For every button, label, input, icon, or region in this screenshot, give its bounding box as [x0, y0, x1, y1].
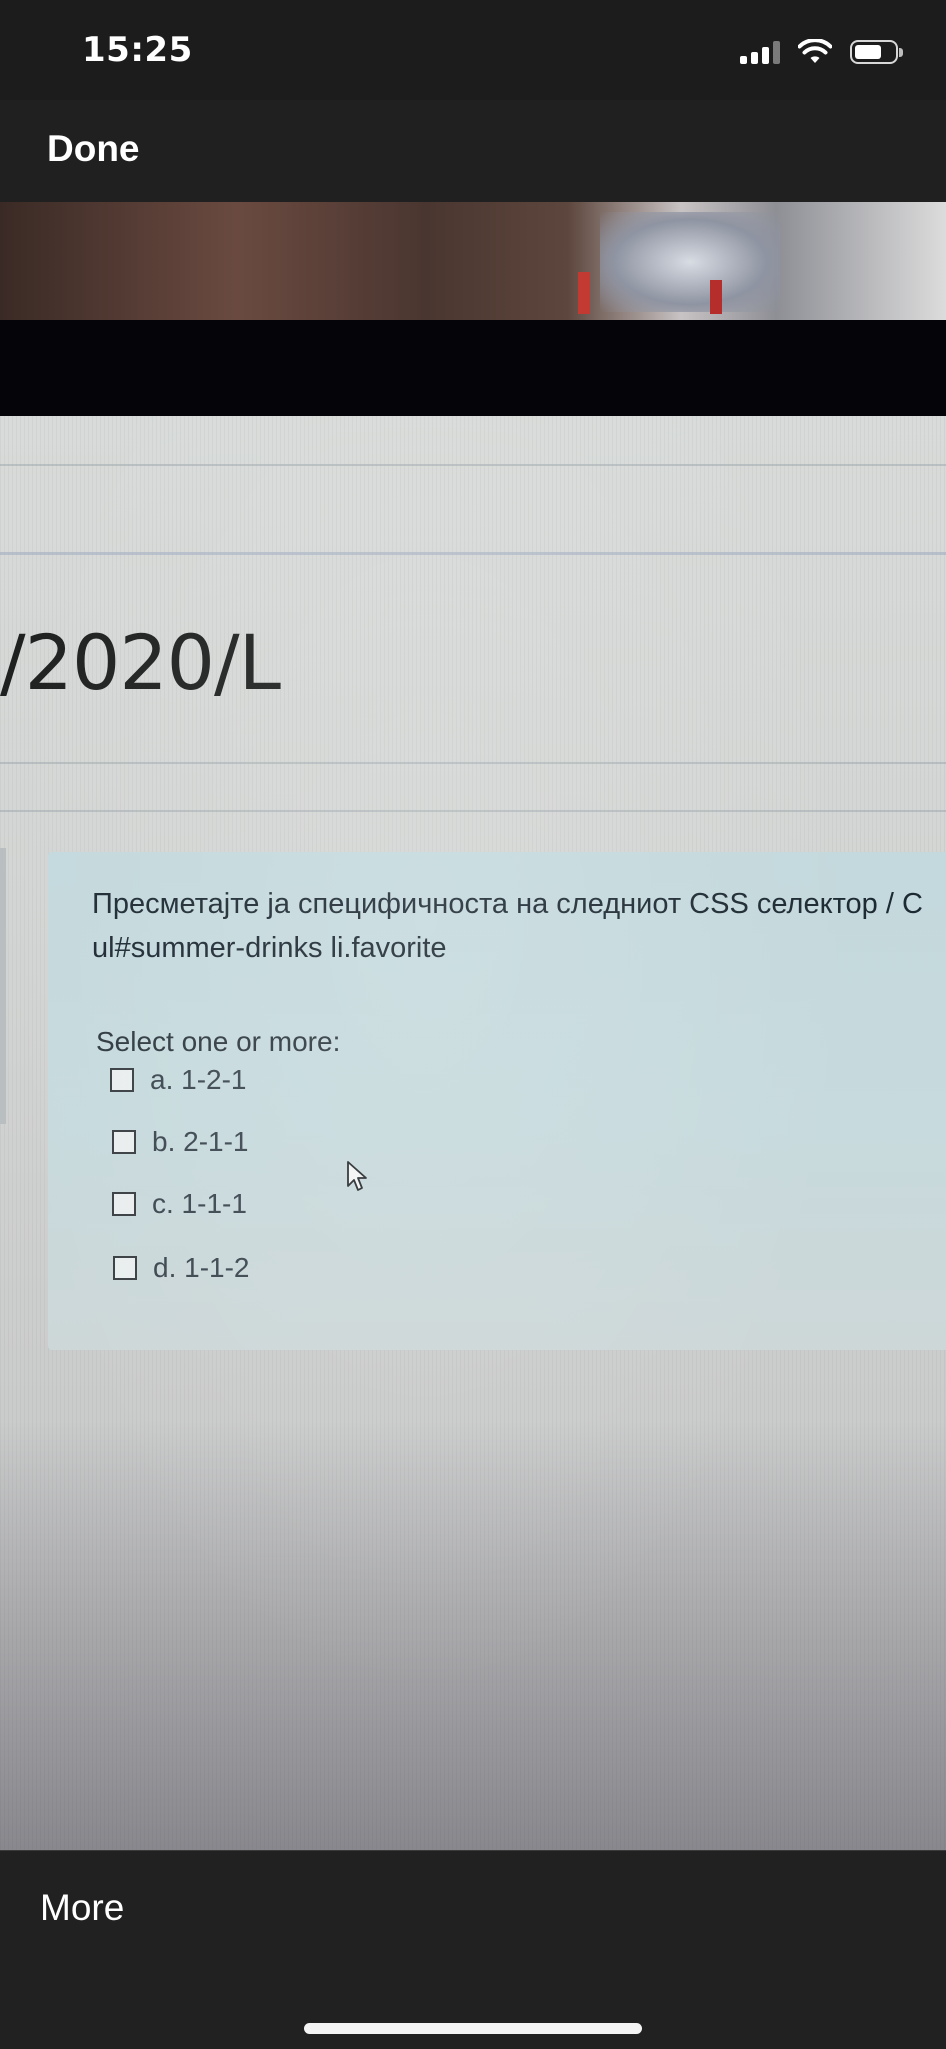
more-button[interactable]: More — [40, 1887, 124, 1929]
status-time: 15:25 — [82, 30, 193, 70]
mouse-pointer-icon — [347, 1161, 367, 1191]
side-panel-edge — [0, 848, 6, 1124]
select-prompt: Select one or more: — [96, 1026, 341, 1057]
checkbox[interactable] — [112, 1192, 136, 1216]
option-label: d. 1-1-2 — [153, 1252, 250, 1283]
divider — [0, 762, 946, 764]
option-b[interactable]: b. 2-1-1 — [112, 1126, 249, 1158]
photo-background — [0, 202, 946, 322]
monitor-bezel — [0, 320, 946, 418]
checkbox[interactable] — [113, 1256, 137, 1280]
checkbox[interactable] — [112, 1130, 136, 1154]
photo-view: /2020/L Пресметајте ја специфичноста на … — [0, 202, 946, 1850]
question-line-1: Пресметајте ја специфичноста на следниот… — [92, 888, 923, 920]
top-nav: Done — [0, 100, 946, 203]
checkbox[interactable] — [110, 1068, 134, 1092]
question-text: Пресметајте ја специфичноста на следниот… — [92, 882, 946, 970]
option-label: a. 1-2-1 — [150, 1064, 247, 1095]
status-icons — [740, 36, 903, 68]
wifi-icon — [798, 39, 832, 63]
bottom-toolbar: More — [0, 1850, 946, 2049]
cellular-signal-icon — [740, 40, 780, 64]
page-title: /2020/L — [0, 618, 281, 707]
divider — [0, 464, 946, 466]
divider — [0, 810, 946, 812]
home-indicator[interactable] — [304, 2023, 642, 2034]
done-button[interactable]: Done — [47, 128, 140, 170]
option-c[interactable]: c. 1-1-1 — [112, 1188, 247, 1220]
question-line-2: ul#summer-drinks li.favorite — [92, 932, 447, 964]
option-d[interactable]: d. 1-1-2 — [113, 1252, 250, 1284]
option-label: b. 2-1-1 — [152, 1126, 249, 1157]
option-a[interactable]: a. 1-2-1 — [110, 1064, 247, 1096]
battery-icon — [850, 40, 903, 64]
status-bar: 15:25 — [0, 0, 946, 100]
option-label: c. 1-1-1 — [152, 1188, 247, 1219]
divider — [0, 552, 946, 555]
